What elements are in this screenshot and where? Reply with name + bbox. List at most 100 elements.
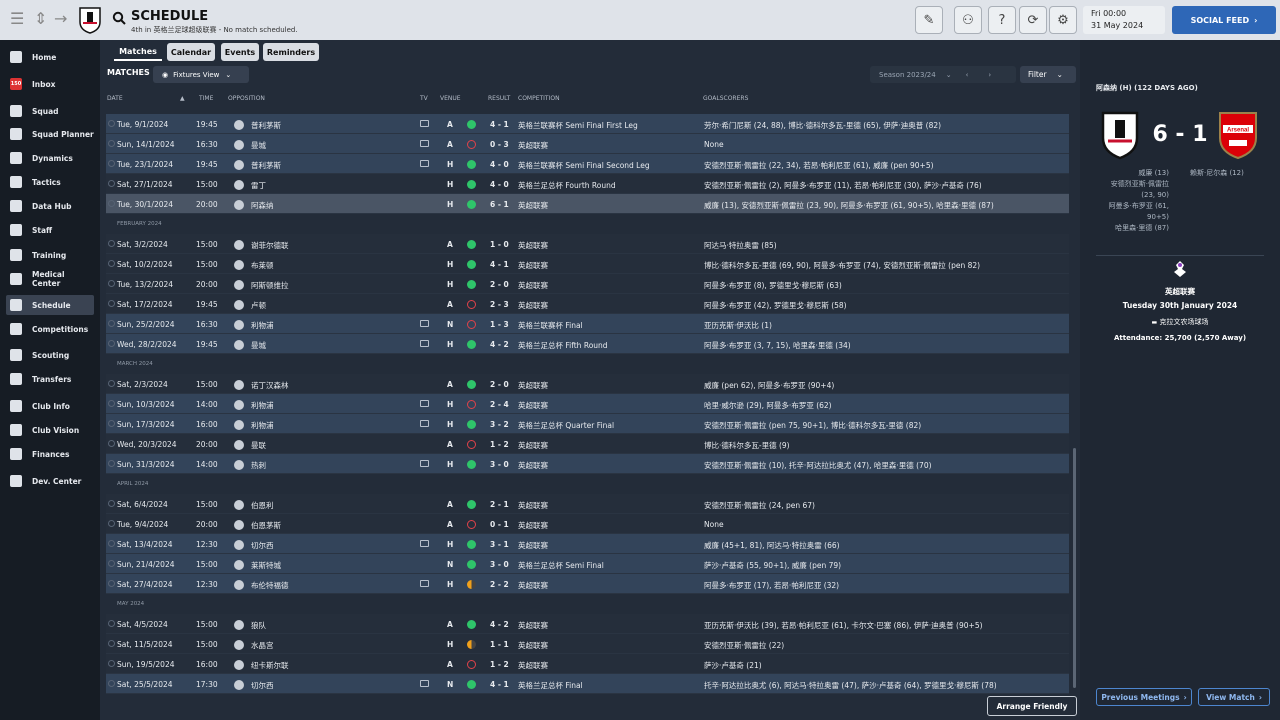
col-competition[interactable]: COMPETITION [518, 95, 560, 102]
fixture-row[interactable]: Sun, 19/5/2024 16:00 纽卡斯尔联 A 1 - 2 英超联赛 萨沙·卢基奇… [106, 654, 1069, 674]
row-select-checkbox[interactable] [108, 400, 115, 407]
sidebar-item-scouting[interactable]: Scouting [6, 345, 94, 365]
fixture-row[interactable]: Tue, 30/1/2024 20:00 阿森纳 H 6 - 1 英超联赛 威廉 (13),… [106, 194, 1069, 214]
sidebar-item-club-info[interactable]: Club Info [6, 396, 94, 416]
arrange-friendly-button[interactable]: Arrange Friendly [987, 696, 1077, 716]
row-select-checkbox[interactable] [108, 180, 115, 187]
fixture-opponent[interactable]: 卢顿 [251, 300, 266, 311]
col-result[interactable]: RESULT [488, 95, 510, 102]
tab-events[interactable]: Events [221, 43, 259, 61]
fixture-row[interactable]: Sun, 10/3/2024 14:00 利物浦 H 2 - 4 英超联赛 哈里·威尔逊 (… [106, 394, 1069, 414]
row-select-checkbox[interactable] [108, 520, 115, 527]
fixture-competition[interactable]: 英超联赛 [518, 640, 548, 651]
fixture-row[interactable]: Sat, 4/5/2024 15:00 狼队 A 4 - 2 英超联赛 亚历克斯·伊沃比 (… [106, 614, 1069, 634]
fixture-row[interactable]: Tue, 9/1/2024 19:45 普利茅斯 A 4 - 1 英格兰联赛杯 Semi … [106, 114, 1069, 134]
next-season-icon[interactable]: › [988, 71, 991, 79]
fixture-competition[interactable]: 英格兰足总杯 Final [518, 680, 583, 691]
row-select-checkbox[interactable] [108, 580, 115, 587]
view-match-button[interactable]: View Match › [1198, 688, 1270, 706]
row-select-checkbox[interactable] [108, 500, 115, 507]
fixture-row[interactable]: Wed, 20/3/2024 20:00 曼联 A 1 - 2 英超联赛 博比·德科尔多瓦-… [106, 434, 1069, 454]
sidebar-item-staff[interactable]: Staff [6, 220, 94, 240]
fixture-competition[interactable]: 英超联赛 [518, 240, 548, 251]
fixture-opponent[interactable]: 阿森纳 [251, 200, 274, 211]
back-forward-icon[interactable]: ⇕ [34, 9, 47, 29]
fixture-row[interactable]: Sat, 27/1/2024 15:00 雷丁 H 4 - 0 英格兰足总杯 Fourth… [106, 174, 1069, 194]
sort-asc-icon[interactable]: ▲ [180, 95, 185, 102]
fixture-opponent[interactable]: 利物浦 [251, 400, 274, 411]
fixture-opponent[interactable]: 曼城 [251, 340, 266, 351]
row-select-checkbox[interactable] [108, 640, 115, 647]
fixture-row[interactable]: Sun, 31/3/2024 14:00 热刺 H 3 - 0 英超联赛 安德烈亚斯·佩雷拉… [106, 454, 1069, 474]
edit-button[interactable]: ✎ [915, 6, 943, 34]
fixture-competition[interactable]: 英超联赛 [518, 380, 548, 391]
search-icon[interactable] [112, 11, 126, 25]
sidebar-item-data-hub[interactable]: Data Hub [6, 196, 94, 216]
fixture-competition[interactable]: 英超联赛 [518, 580, 548, 591]
social-feed-button[interactable]: SOCIAL FEED › [1172, 6, 1276, 34]
sidebar-item-squad[interactable]: Squad [6, 101, 94, 121]
sidebar-item-schedule[interactable]: Schedule [6, 295, 94, 315]
row-select-checkbox[interactable] [108, 260, 115, 267]
sidebar-item-tactics[interactable]: Tactics [6, 172, 94, 192]
fixture-row[interactable]: Sun, 17/3/2024 16:00 利物浦 H 3 - 2 英格兰足总杯 Quart… [106, 414, 1069, 434]
fixture-competition[interactable]: 英超联赛 [518, 620, 548, 631]
fixture-opponent[interactable]: 纽卡斯尔联 [251, 660, 289, 671]
fixture-row[interactable]: Sat, 10/2/2024 15:00 布莱顿 H 4 - 1 英超联赛 博比·德科尔多瓦… [106, 254, 1069, 274]
fixture-row[interactable]: Wed, 28/2/2024 19:45 曼城 H 4 - 2 英格兰足总杯 Fifth … [106, 334, 1069, 354]
fixture-row[interactable]: Sat, 25/5/2024 17:30 切尔西 N 4 - 1 英格兰足总杯 Final… [106, 674, 1069, 694]
row-select-checkbox[interactable] [108, 680, 115, 687]
fixtures-view-dropdown[interactable]: ◉ Fixtures View ⌄ [153, 66, 249, 83]
fixture-competition[interactable]: 英格兰足总杯 Quarter Final [518, 420, 614, 431]
row-select-checkbox[interactable] [108, 460, 115, 467]
row-select-checkbox[interactable] [108, 300, 115, 307]
fixture-competition[interactable]: 英超联赛 [518, 300, 548, 311]
club-crest-icon[interactable] [78, 6, 102, 34]
fixture-opponent[interactable]: 伯恩利 [251, 500, 274, 511]
fixture-competition[interactable]: 英超联赛 [518, 500, 548, 511]
away-team-crest-icon[interactable]: Arsenal [1217, 110, 1259, 160]
fixture-row[interactable]: Tue, 23/1/2024 19:45 普利茅斯 H 4 - 0 英格兰联赛杯 Semi… [106, 154, 1069, 174]
fixture-opponent[interactable]: 切尔西 [251, 680, 274, 691]
fixture-opponent[interactable]: 利物浦 [251, 320, 274, 331]
fixture-opponent[interactable]: 布伦特福德 [251, 580, 289, 591]
col-opposition[interactable]: OPPOSITION [228, 95, 265, 102]
row-select-checkbox[interactable] [108, 380, 115, 387]
fixture-competition[interactable]: 英超联赛 [518, 200, 548, 211]
fixture-competition[interactable]: 英超联赛 [518, 260, 548, 271]
sidebar-item-medical-center[interactable]: Medical Center [6, 269, 94, 289]
sidebar-item-competitions[interactable]: Competitions [6, 319, 94, 339]
fixture-row[interactable]: Sat, 27/4/2024 12:30 布伦特福德 H 2 - 2 英超联赛 阿曼多·布罗… [106, 574, 1069, 594]
sidebar-item-dynamics[interactable]: Dynamics [6, 148, 94, 168]
previous-season-icon[interactable]: ‹ [966, 71, 969, 79]
fixture-competition[interactable]: 英超联赛 [518, 440, 548, 451]
row-select-checkbox[interactable] [108, 200, 115, 207]
fixture-competition[interactable]: 英超联赛 [518, 540, 548, 551]
sidebar-item-squad-planner[interactable]: Squad Planner [6, 124, 94, 144]
fixture-opponent[interactable]: 曼联 [251, 440, 266, 451]
sidebar-item-club-vision[interactable]: Club Vision [6, 420, 94, 440]
fixture-opponent[interactable]: 谢菲尔德联 [251, 240, 289, 251]
fixture-opponent[interactable]: 阿斯顿维拉 [251, 280, 289, 291]
fixture-row[interactable]: Tue, 13/2/2024 20:00 阿斯顿维拉 H 2 - 0 英超联赛 阿曼多·布罗… [106, 274, 1069, 294]
sidebar-item-finances[interactable]: Finances [6, 444, 94, 464]
scrollbar[interactable] [1073, 448, 1076, 688]
sidebar-item-dev-center[interactable]: Dev. Center [6, 471, 94, 491]
fixture-opponent[interactable]: 普利茅斯 [251, 160, 281, 171]
help-button[interactable]: ? [988, 6, 1016, 34]
sidebar-item-transfers[interactable]: Transfers [6, 369, 94, 389]
sidebar-item-inbox[interactable]: 150 Inbox [6, 74, 94, 94]
fixture-opponent[interactable]: 利物浦 [251, 420, 274, 431]
fixture-opponent[interactable]: 布莱顿 [251, 260, 274, 271]
fixture-row[interactable]: Sat, 3/2/2024 15:00 谢菲尔德联 A 1 - 0 英超联赛 阿达马·特拉奥… [106, 234, 1069, 254]
fixture-competition[interactable]: 英格兰足总杯 Semi Final [518, 560, 604, 571]
fixture-opponent[interactable]: 莱斯特城 [251, 560, 281, 571]
fixture-row[interactable]: Sat, 11/5/2024 15:00 水晶宫 H 1 - 1 英超联赛 安德烈亚斯·佩雷… [106, 634, 1069, 654]
row-select-checkbox[interactable] [108, 620, 115, 627]
season-selector[interactable]: Season 2023/24 ⌄ ‹ › [870, 66, 1016, 83]
fixture-row[interactable]: Sun, 25/2/2024 16:30 利物浦 N 1 - 3 英格兰联赛杯 Final… [106, 314, 1069, 334]
fixture-competition[interactable]: 英超联赛 [518, 400, 548, 411]
fixture-row[interactable]: Sat, 13/4/2024 12:30 切尔西 H 3 - 1 英超联赛 威廉 (45+1… [106, 534, 1069, 554]
fixture-opponent[interactable]: 伯恩茅斯 [251, 520, 281, 531]
menu-icon[interactable]: ☰ [10, 9, 24, 29]
